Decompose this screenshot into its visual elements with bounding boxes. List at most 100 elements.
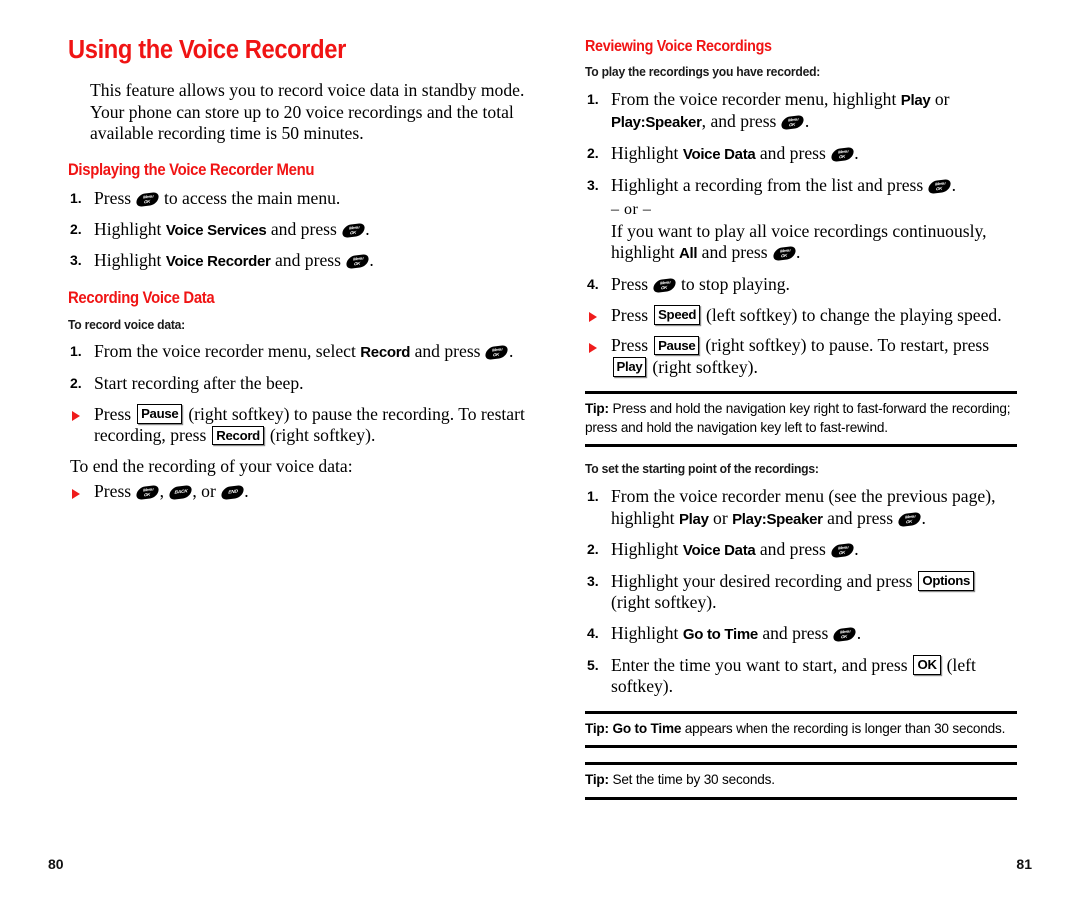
menu-item-name: All	[678, 245, 698, 263]
alt-text-mid: and press	[701, 242, 768, 263]
menu-item-name: Play:Speaker	[611, 114, 702, 132]
step-alternative-text: If you want to play all voice recordings…	[585, 221, 1017, 265]
bullet-item-pause-play: Press Pause (right softkey) to pause. To…	[585, 335, 1017, 378]
triangle-bullet-icon	[72, 411, 80, 422]
step-text-tail: .	[804, 111, 810, 132]
softkey-label-play[interactable]: Play	[612, 357, 647, 377]
step-number: 1.	[587, 90, 599, 107]
softkey-label-pause[interactable]: Pause	[137, 404, 183, 424]
tip-paragraph: Tip: Go to Time appears when the recordi…	[585, 720, 1017, 738]
step-text-mid: and press	[759, 539, 826, 560]
step-item: 4. Highlight Go to Time and press Menu OK…	[585, 623, 1017, 646]
step-number: 4.	[587, 624, 599, 641]
ok-key-icon: Menu OK	[484, 345, 510, 361]
step-text-mid: and press	[414, 341, 481, 362]
step-item: 2. Start recording after the beep.	[68, 373, 530, 395]
step-item: 3. Highlight your desired recording and …	[585, 571, 1017, 614]
softkey-label-pause[interactable]: Pause	[654, 335, 700, 356]
step-number: 3.	[587, 176, 599, 193]
step-item: 4. Press Menu OK to stop playing.	[585, 274, 1017, 296]
step-text-mid: or	[934, 88, 950, 109]
menu-item-name: Voice Data	[682, 145, 756, 163]
step-number: 1.	[587, 487, 599, 504]
bullet-text-tail: (right softkey).	[269, 425, 376, 446]
softkey-label-ok[interactable]: OK	[913, 655, 941, 675]
step-text-tail: .	[365, 218, 370, 239]
section-heading-displaying-menu: Displaying the Voice Recorder Menu	[68, 160, 315, 179]
tip-text: Press and hold the navigation key right …	[585, 401, 1011, 435]
softkey-label-options[interactable]: Options	[918, 571, 975, 591]
tip-label: Tip:	[585, 772, 609, 788]
step-text: Press	[611, 273, 649, 294]
tip-label: Tip:	[585, 720, 609, 736]
subheading-to-record-voice-data: To record voice data:	[68, 316, 185, 332]
step-text-mid: and press	[270, 218, 337, 239]
tip-box-navigation: Tip: Press and hold the navigation key r…	[585, 391, 1017, 448]
step-text: From the voice recorder menu, select	[94, 341, 356, 362]
ok-key-icon: Menu OK	[135, 485, 161, 501]
step-text: Press	[94, 188, 132, 209]
step-text-mid: and press	[275, 250, 341, 271]
bullet-text: Press	[611, 304, 649, 325]
page-number-right: 81	[1016, 856, 1032, 872]
tip-label: Tip:	[585, 401, 609, 417]
ok-key-icon: Menu OK	[927, 178, 953, 194]
step-text: Highlight	[611, 142, 679, 163]
step-number: 3.	[587, 572, 599, 589]
step-number: 2.	[587, 541, 599, 558]
step-number: 1.	[70, 190, 82, 207]
subheading-set-starting-point: To set the starting point of the recordi…	[585, 461, 819, 477]
end-recording-lead-in: To end the recording of your voice data:	[70, 455, 353, 476]
step-item: 1. From the voice recorder menu, select …	[68, 341, 530, 364]
step-text-tail: .	[369, 250, 374, 271]
bullet-text-tail: .	[244, 481, 249, 502]
section-heading-reviewing-recordings: Reviewing Voice Recordings	[585, 38, 772, 55]
step-text-tail: .	[856, 622, 862, 643]
step-text-mid: or	[713, 507, 728, 528]
ok-key-icon: Menu OK	[780, 115, 806, 131]
menu-item-name: Record	[360, 344, 411, 362]
step-text-tail: .	[854, 142, 859, 163]
menu-item-name: Go to Time	[682, 625, 758, 643]
section-heading-recording-voice-data: Recording Voice Data	[68, 288, 215, 307]
intro-paragraph: This feature allows you to record voice …	[90, 80, 525, 144]
softkey-label-record[interactable]: Record	[212, 425, 264, 446]
step-text-mid2: , and press	[701, 111, 777, 132]
step-item: 2. Highlight Voice Services and press Me…	[68, 219, 530, 242]
or-separator: – or –	[611, 201, 652, 219]
step-item: 1. From the voice recorder menu, highlig…	[585, 89, 1017, 134]
ok-key-icon: Menu OK	[832, 626, 858, 643]
softkey-label-speed[interactable]: Speed	[654, 305, 701, 325]
tip-text: Set the time by 30 seconds.	[608, 772, 775, 788]
alt-text-tail: .	[796, 242, 801, 263]
end-key-icon: END	[219, 485, 245, 501]
page-number-left: 80	[48, 856, 64, 872]
step-text-tail: (right softkey).	[611, 592, 717, 613]
ok-key-icon: Menu OK	[344, 254, 370, 270]
bullet-text-tail: (left softkey) to change the playing spe…	[706, 304, 1002, 325]
tip-box-set-time: Tip: Set the time by 30 seconds.	[585, 762, 1017, 800]
ok-key-icon: Menu OK	[135, 191, 161, 208]
step-text: Highlight your desired recording and pre…	[611, 570, 913, 591]
separator-comma: ,	[159, 481, 164, 502]
menu-item-name: Voice Services	[165, 221, 267, 239]
tip-bold-term: Go to Time	[608, 720, 682, 736]
bullet-text: Press	[94, 403, 132, 424]
step-number: 4.	[587, 275, 599, 292]
step-text: Highlight	[611, 622, 679, 643]
step-item: 3. Highlight a recording from the list a…	[585, 175, 1017, 197]
step-number: 2.	[587, 144, 599, 161]
step-text: Highlight a recording from the list and …	[611, 174, 924, 195]
step-text-mid: and press	[759, 142, 826, 163]
step-number: 5.	[587, 656, 599, 673]
step-number: 3.	[70, 252, 82, 269]
tip-box-go-to-time: Tip: Go to Time appears when the recordi…	[585, 710, 1017, 749]
step-item: 1. From the voice recorder menu (see the…	[585, 486, 1017, 530]
menu-item-name: Play:Speaker	[732, 510, 823, 528]
ok-key-icon: Menu OK	[829, 542, 855, 559]
step-text-tail: .	[508, 341, 514, 362]
ok-key-icon: Menu OK	[829, 146, 855, 163]
bullet-text: Press	[611, 335, 649, 356]
step-text-mid2: and press	[827, 507, 894, 528]
ok-key-icon: Menu OK	[897, 511, 922, 527]
